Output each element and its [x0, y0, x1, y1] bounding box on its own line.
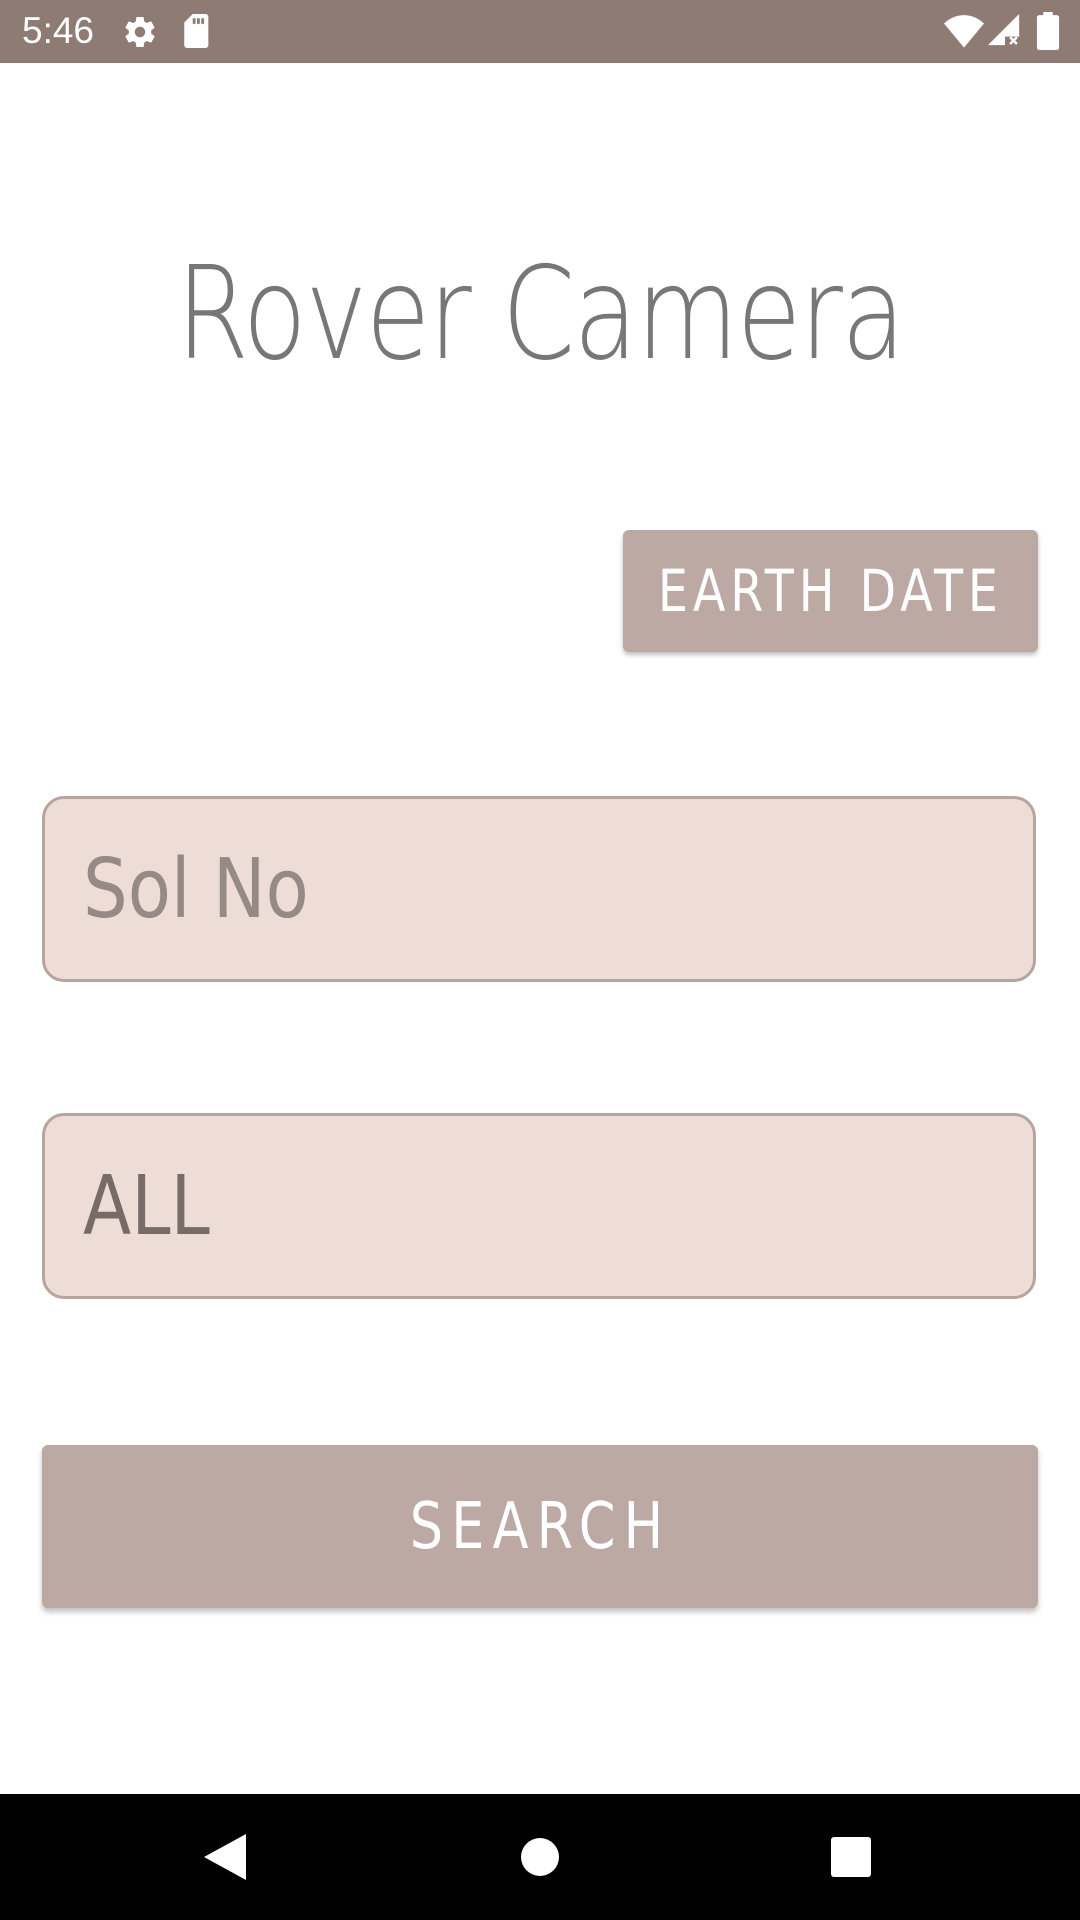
cell-signal-icon	[988, 14, 1020, 46]
wifi-icon	[944, 15, 984, 48]
earth-date-button[interactable]: EARTH DATE	[623, 530, 1038, 652]
status-time: 5:46	[22, 10, 95, 51]
gear-icon	[125, 17, 155, 48]
sol-number-input[interactable]	[83, 799, 857, 979]
navigation-bar	[0, 1794, 1080, 1920]
battery-icon	[1036, 12, 1060, 50]
earth-date-button-label: EARTH DATE	[657, 557, 1004, 625]
sol-number-field[interactable]	[42, 796, 1036, 982]
camera-selector[interactable]: ALL	[42, 1113, 1036, 1299]
search-button[interactable]: SEARCH	[42, 1445, 1038, 1608]
search-button-label: SEARCH	[409, 1489, 671, 1564]
status-bar: 5:46	[0, 0, 1080, 63]
camera-selector-value: ALL	[83, 1158, 210, 1254]
sd-card-icon	[184, 14, 209, 48]
recents-icon[interactable]	[830, 1836, 872, 1878]
home-icon[interactable]	[519, 1836, 561, 1878]
back-icon[interactable]	[202, 1832, 248, 1882]
page-title: Rover Camera	[176, 240, 905, 389]
